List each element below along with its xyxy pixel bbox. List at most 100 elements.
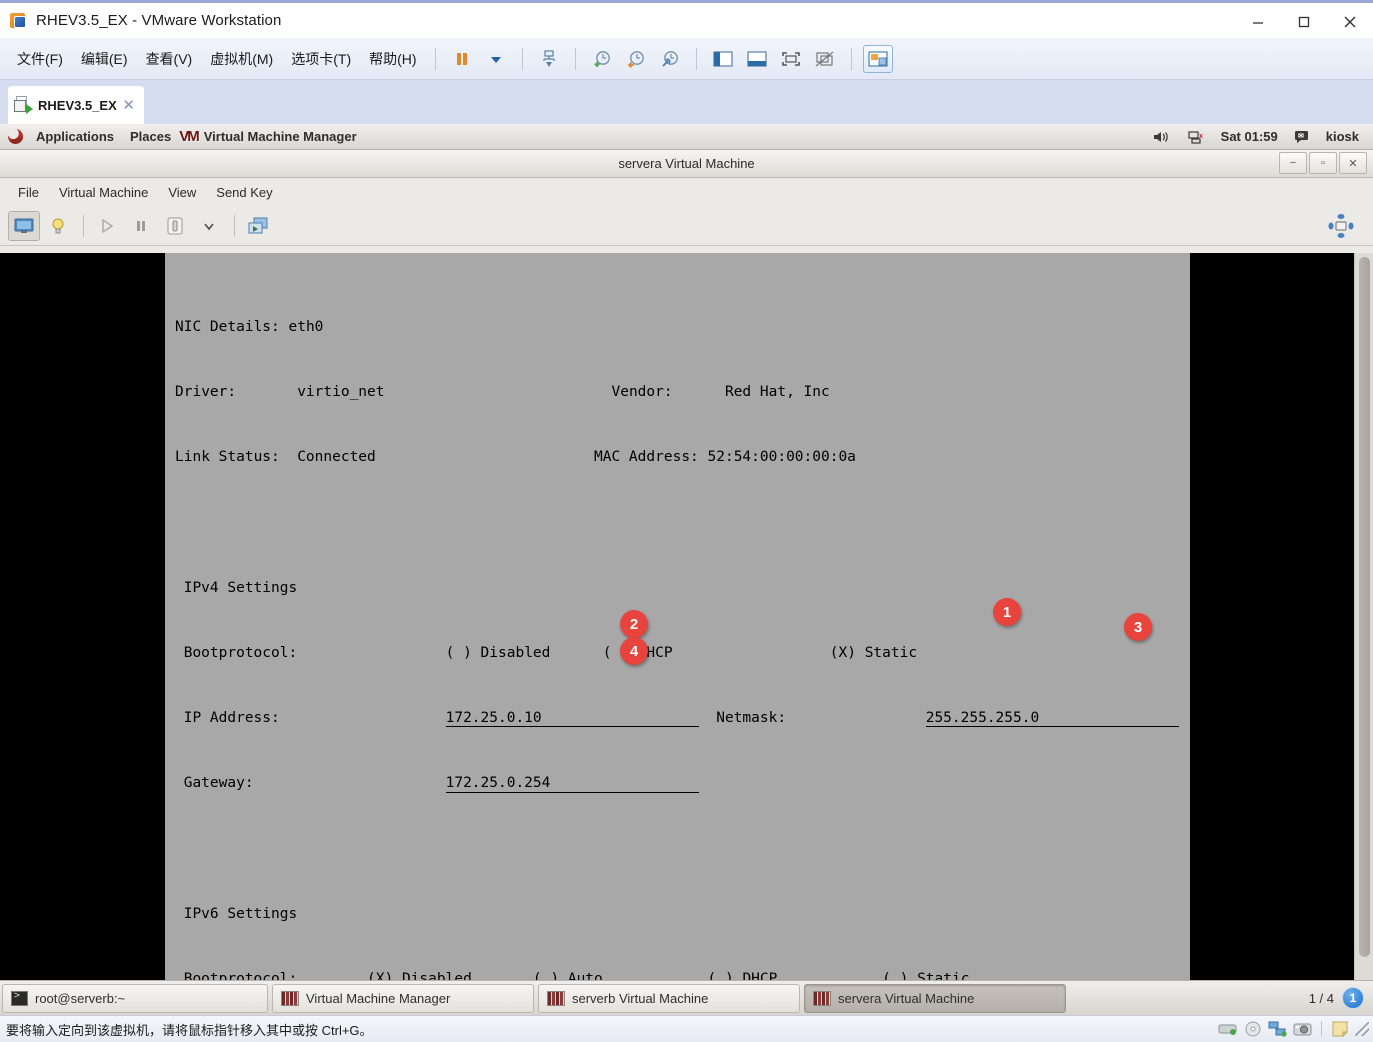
ipv4-ip-address-field[interactable]: 172.25.0.10 [445,710,699,728]
blank-row [175,840,1179,856]
ipv4-gateway-row: Gateway: 172.25.0.254 [175,775,1179,793]
minimize-button[interactable] [1235,3,1281,41]
ipv4-disabled-radio[interactable]: ( ) Disabled [446,645,551,661]
power-on-icon[interactable] [91,211,123,241]
vm-window-title: servera Virtual Machine [618,156,755,171]
hard-disk-icon[interactable] [1218,1020,1238,1038]
console-scrollbar-thumb[interactable] [1359,257,1370,957]
show-library-icon[interactable] [708,45,738,73]
ipv4-static-radio[interactable]: (X) Static [830,645,917,661]
ipv4-gateway-field[interactable]: 172.25.0.254 [445,775,699,793]
applications-menu[interactable]: Applications [28,124,122,150]
notes-icon[interactable] [1330,1020,1350,1038]
vm-tab-icon [14,96,33,114]
vm-menu-send-key[interactable]: Send Key [206,182,282,203]
show-details-icon[interactable] [42,211,74,241]
take-snapshot-icon[interactable] [587,45,617,73]
mac-address-label: MAC Address: [594,449,699,466]
vmware-statusbar: 要将输入定向到该虚拟机，请将鼠标指针移入其中或按 Ctrl+G。 [0,1015,1373,1042]
vm-menu-file[interactable]: File [8,182,49,203]
annotation-badge-4: 4 [620,637,648,665]
volume-icon[interactable] [1145,124,1179,150]
window-controls [1235,3,1373,41]
vm-maximize-button[interactable]: ▫ [1309,152,1337,174]
cd-dvd-icon[interactable] [1243,1020,1263,1038]
workspace-current[interactable]: 1 [1342,987,1364,1009]
ipv4-bootprotocol-label: Bootprotocol: [183,644,298,661]
menu-view[interactable]: 查看(V) [137,45,202,73]
terminal-icon [11,990,28,1006]
shutdown-icon[interactable] [159,211,191,241]
revert-snapshot-icon[interactable] [621,45,651,73]
toolbar-divider [521,47,523,70]
take-screenshot-icon[interactable] [242,211,274,241]
ipv6-heading: IPv6 Settings [183,905,298,922]
menu-edit[interactable]: 编辑(E) [72,45,137,73]
ipv6-heading-row: IPv6 Settings [175,906,1179,922]
toolbar-divider [850,47,852,70]
vmm-icon [813,990,831,1006]
taskbar-item-label: Virtual Machine Manager [306,990,451,1006]
pause-icon[interactable] [125,211,157,241]
maximize-button[interactable] [1281,3,1327,41]
vmware-menubar: 文件(F) 编辑(E) 查看(V) 虚拟机(M) 选项卡(T) 帮助(H) [0,38,1373,80]
console-view-icon[interactable] [862,44,893,73]
vm-close-button[interactable]: ✕ [1339,152,1367,174]
taskbar-item-serverb[interactable]: serverb Virtual Machine [538,983,800,1013]
menu-help[interactable]: 帮助(H) [360,45,425,73]
user-chat-icon[interactable]: ✉ [1286,124,1318,150]
link-status-value: Connected [297,449,376,466]
vm-minimize-button[interactable]: − [1279,152,1307,174]
vmm-icon [281,990,299,1006]
menu-vm[interactable]: 虚拟机(M) [201,45,282,73]
active-window-title[interactable]: Virtual Machine Manager [196,124,365,150]
ipv4-netmask-label: Netmask: [716,710,787,727]
mac-address-value: 52:54:00:00:00:0a [707,449,856,466]
clock[interactable]: Sat 01:59 [1213,124,1286,150]
close-button[interactable] [1327,3,1373,41]
user-name[interactable]: kiosk [1318,124,1367,150]
vm-window-controls: − ▫ ✕ [1279,152,1367,174]
link-status-row: Link Status: Connected MAC Address: 52:54:0… [175,449,1179,465]
nic-details-label: NIC Details: eth0 [175,318,324,335]
chevron-down-icon[interactable] [193,211,225,241]
tab-close-icon[interactable]: ✕ [119,96,138,114]
manage-snapshots-icon[interactable] [655,45,685,73]
workspace-switcher[interactable]: 1 / 4 1 [1309,987,1373,1009]
console-scrollbar[interactable] [1354,253,1373,980]
show-thumbnail-bar-icon[interactable] [742,45,772,73]
vm-menu-virtual-machine[interactable]: Virtual Machine [49,182,158,203]
menu-file[interactable]: 文件(F) [8,45,72,73]
taskbar-item-terminal[interactable]: root@serverb:~ [2,983,268,1013]
pause-icon[interactable] [447,45,477,73]
annotation-badge-2: 2 [620,610,648,638]
ipv4-ip-label: IP Address: [183,710,280,727]
ipv4-netmask-field[interactable]: 255.255.255.0 [925,710,1179,728]
menu-tabs[interactable]: 选项卡(T) [282,45,360,73]
vmm-icon [547,990,565,1006]
chevron-down-icon[interactable] [481,45,511,73]
unity-mode-icon[interactable] [810,45,840,73]
status-device-tray [1218,1020,1373,1038]
tab-rhev35-ex[interactable]: RHEV3.5_EX ✕ [8,86,144,124]
taskbar-item-vmm[interactable]: Virtual Machine Manager [272,983,534,1013]
camera-icon[interactable] [1293,1020,1313,1038]
toolbar-divider [234,214,235,237]
send-to-background-icon[interactable] [534,45,564,73]
svg-text:x: x [1199,133,1203,140]
vm-console-area[interactable]: NIC Details: eth0 Driver: virtio_net Vendo… [0,253,1373,1042]
driver-row: Driver: virtio_net Vendor: Red Hat, Inc [175,384,1179,400]
network-adapter-icon[interactable] [1268,1020,1288,1038]
fit-to-window-icon[interactable] [1325,211,1357,241]
resize-grip[interactable] [1355,1022,1369,1036]
console-view-icon[interactable] [8,210,40,241]
taskbar-item-servera[interactable]: servera Virtual Machine [804,983,1066,1013]
vm-console-screen[interactable]: NIC Details: eth0 Driver: virtio_net Vendo… [165,253,1190,1042]
vmware-window-title: RHEV3.5_EX - VMware Workstation [36,12,282,29]
full-screen-icon[interactable] [776,45,806,73]
vm-menubar: File Virtual Machine View Send Key [0,178,1373,206]
vm-menu-view[interactable]: View [158,182,206,203]
network-disconnected-icon[interactable]: x [1179,124,1213,150]
places-menu[interactable]: Places [122,124,179,150]
link-status-label: Link Status: [175,449,280,466]
